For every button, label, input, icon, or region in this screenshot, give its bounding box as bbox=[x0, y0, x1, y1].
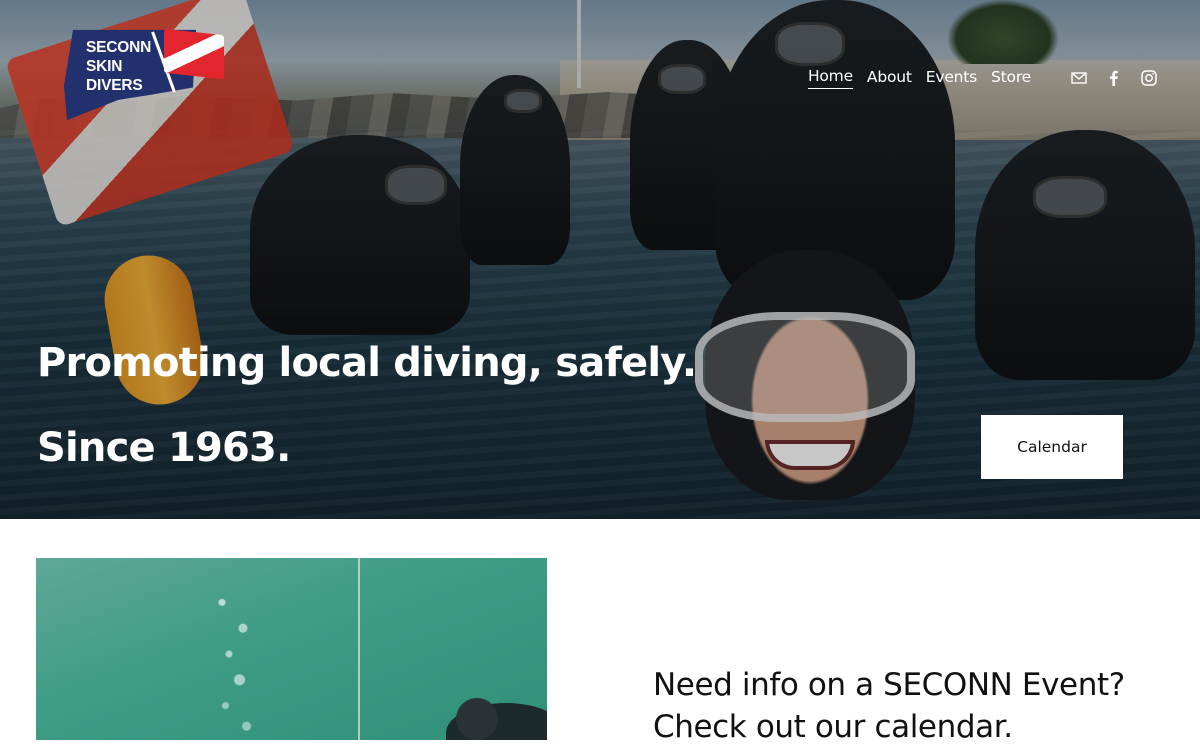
nav-about[interactable]: About bbox=[867, 68, 912, 89]
logo-line: SKIN bbox=[86, 58, 123, 75]
air-bubbles bbox=[201, 568, 271, 740]
hero-banner: SECONN SKIN DIVERS Home About Events Sto… bbox=[0, 0, 1200, 519]
main-nav: Home About Events Store bbox=[794, 66, 1158, 90]
underwater-diver-head bbox=[456, 698, 498, 740]
hero-heading: Promoting local diving, safely. bbox=[37, 340, 697, 386]
nav-home[interactable]: Home bbox=[807, 67, 853, 89]
dive-flag-icon bbox=[164, 28, 224, 80]
calendar-button[interactable]: Calendar bbox=[981, 415, 1123, 479]
descent-line bbox=[358, 558, 360, 740]
instagram-icon[interactable] bbox=[1140, 69, 1158, 87]
callout-line1: Need info on a SECONN Event? bbox=[653, 667, 1125, 703]
underwater-photo bbox=[36, 558, 547, 740]
hero-subheading: Since 1963. bbox=[37, 425, 291, 471]
nav-events[interactable]: Events bbox=[926, 68, 977, 89]
logo-line: DIVERS bbox=[86, 77, 143, 94]
social-icons bbox=[1053, 69, 1158, 87]
calendar-callout: Need info on a SECONN Event? Check out o… bbox=[653, 664, 1125, 748]
mail-icon[interactable] bbox=[1070, 69, 1088, 87]
callout-line2: Check out our calendar. bbox=[653, 709, 1013, 745]
nav-store[interactable]: Store bbox=[991, 68, 1031, 89]
logo-text: SECONN SKIN DIVERS bbox=[86, 38, 151, 95]
logo-line: SECONN bbox=[86, 39, 152, 56]
site-logo[interactable]: SECONN SKIN DIVERS bbox=[58, 28, 226, 124]
facebook-icon[interactable] bbox=[1105, 69, 1123, 87]
